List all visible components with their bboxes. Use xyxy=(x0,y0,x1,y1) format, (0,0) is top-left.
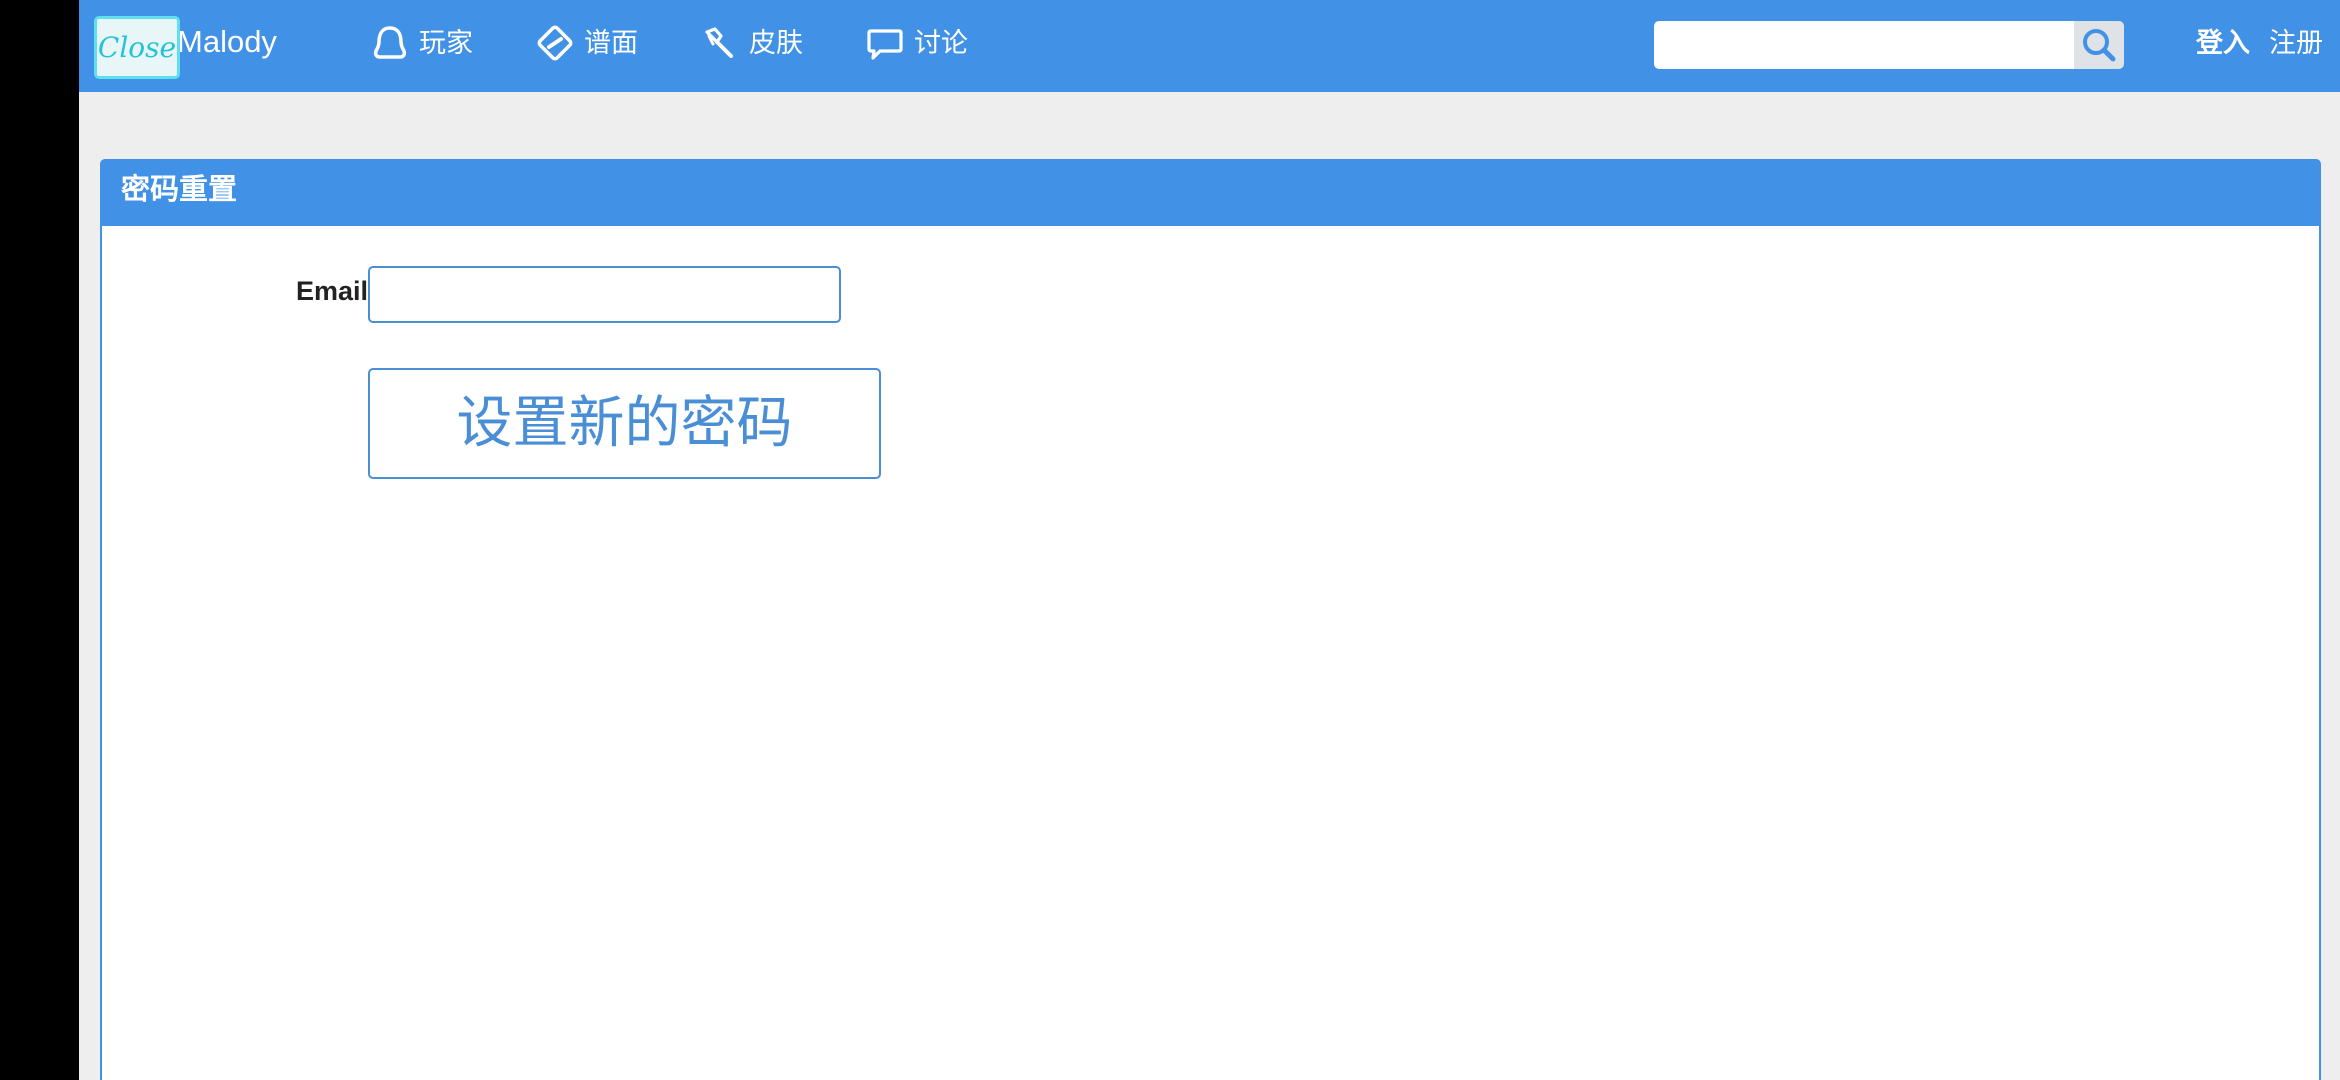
user-icon xyxy=(369,22,411,64)
nav-item-skins[interactable]: 皮肤 xyxy=(699,20,803,66)
set-new-password-button[interactable]: 设置新的密码 xyxy=(368,368,881,479)
skin-icon xyxy=(699,22,741,64)
nav-item-label: 皮肤 xyxy=(749,28,803,58)
email-field[interactable] xyxy=(368,266,841,323)
search-button[interactable] xyxy=(2074,21,2124,69)
search-input[interactable] xyxy=(1654,21,2074,69)
nav-item-charts[interactable]: 谱面 xyxy=(534,20,638,66)
close-button[interactable]: Close xyxy=(94,16,180,79)
nav-item-label: 谱面 xyxy=(584,28,638,58)
nav-item-discussion[interactable]: 讨论 xyxy=(864,20,968,66)
browser-viewport: Malody Close 玩家 谱面 皮肤 讨论 登入 注册 密码重置 Emai… xyxy=(79,0,2340,1080)
chart-icon xyxy=(534,22,576,64)
password-reset-panel: 密码重置 Email 设置新的密码 xyxy=(100,159,2321,1080)
nav-item-label: 玩家 xyxy=(419,28,473,58)
chat-icon xyxy=(864,22,906,64)
brand-logo-text[interactable]: Malody xyxy=(177,20,277,64)
nav-item-label: 讨论 xyxy=(914,28,968,58)
panel-title: 密码重置 xyxy=(102,161,2319,226)
email-label: Email xyxy=(296,276,369,306)
register-link[interactable]: 注册 xyxy=(2269,22,2323,64)
nav-item-players[interactable]: 玩家 xyxy=(369,20,473,66)
search-icon xyxy=(2083,29,2116,62)
login-link[interactable]: 登入 xyxy=(2196,22,2250,64)
top-navbar: Malody Close 玩家 谱面 皮肤 讨论 登入 注册 xyxy=(79,0,2340,92)
